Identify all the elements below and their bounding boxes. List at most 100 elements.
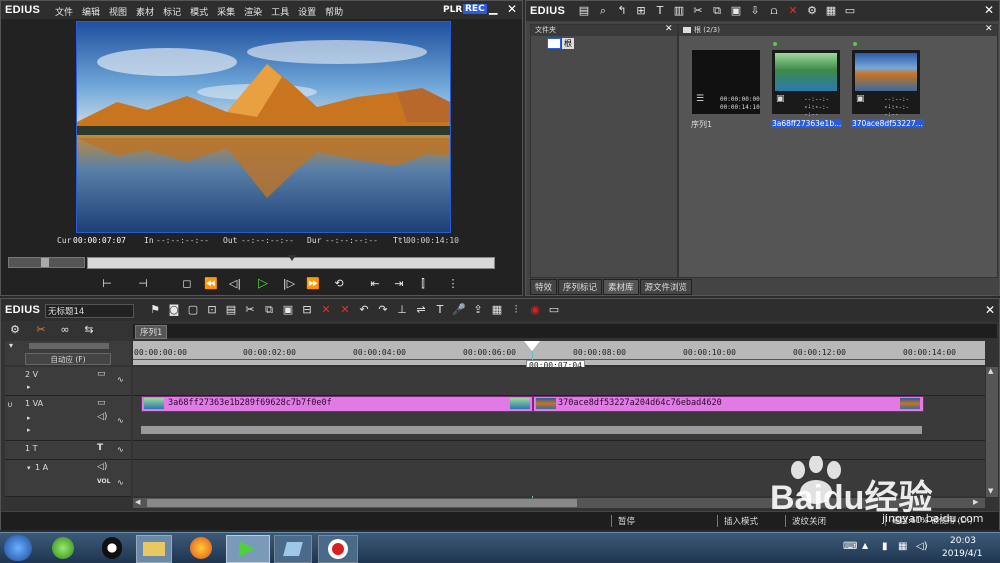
track-2v-monitor-icon[interactable]: ▭ bbox=[97, 369, 106, 379]
track-2v-expand-icon[interactable]: ▸ bbox=[27, 383, 31, 391]
horizontal-scroll-thumb[interactable] bbox=[147, 499, 577, 507]
sequence-tab[interactable]: 序列1 bbox=[135, 325, 168, 339]
search-icon[interactable]: ⌕ bbox=[595, 4, 611, 18]
position-marker[interactable] bbox=[288, 255, 296, 261]
tray-volume-icon[interactable]: ◁) bbox=[916, 541, 928, 552]
mode-icon[interactable]: ⚑ bbox=[147, 303, 163, 317]
track-header-1a[interactable]: ▾ 1 A ◁) VOL ∿ bbox=[5, 460, 131, 497]
more-options-icon[interactable]: ⋮ bbox=[445, 277, 461, 291]
menu-tools[interactable]: 工具 bbox=[271, 5, 289, 18]
playhead-handle[interactable] bbox=[524, 341, 540, 351]
replace-icon[interactable]: ⊟ bbox=[299, 303, 315, 317]
bin-menu-icon[interactable]: ▭ bbox=[842, 4, 858, 18]
rewind-icon[interactable]: ⏪ bbox=[203, 277, 219, 291]
link-icon[interactable]: ∞ bbox=[57, 323, 73, 337]
folder-close-icon[interactable]: ✕ bbox=[665, 24, 673, 34]
tray-keyboard-icon[interactable]: ⌨ bbox=[843, 541, 857, 552]
scroll-up-icon[interactable]: ▲ bbox=[988, 367, 993, 375]
clip-panel-close-icon[interactable]: ✕ bbox=[985, 24, 993, 34]
timeline-close-icon[interactable]: ✕ bbox=[985, 303, 995, 317]
add-folder-icon[interactable]: ⊞ bbox=[633, 4, 649, 18]
zoom-slider[interactable] bbox=[29, 343, 109, 349]
capture-icon[interactable]: ◙ bbox=[166, 303, 182, 317]
title-icon[interactable]: T bbox=[652, 4, 668, 18]
up-folder-icon[interactable]: ↰ bbox=[614, 4, 630, 18]
microphone-icon[interactable]: 🎤 bbox=[451, 303, 467, 317]
copy-icon-tl[interactable]: ⧉ bbox=[261, 303, 277, 317]
insert-to-timeline-icon[interactable]: ⇤ bbox=[367, 277, 383, 291]
menu-view[interactable]: 视图 bbox=[109, 5, 127, 18]
snap-icon[interactable]: ⊥ bbox=[394, 303, 410, 317]
taskbar-app-edius[interactable] bbox=[226, 535, 270, 563]
shuttle-bar[interactable] bbox=[8, 257, 85, 268]
bin-item-clip2[interactable]: ▣ --:--:--:-- --:--:--:-- bbox=[851, 49, 921, 118]
mixer-icon[interactable]: ⫶ bbox=[508, 303, 524, 317]
taskbar-app-qq[interactable] bbox=[102, 537, 122, 559]
step-back-icon[interactable]: ◁| bbox=[227, 277, 243, 291]
fast-forward-icon[interactable]: ⏩ bbox=[305, 277, 321, 291]
track-1t-wave-icon[interactable]: ∿ bbox=[117, 445, 124, 454]
track-2v-wave-icon[interactable]: ∿ bbox=[117, 375, 124, 384]
paste-icon-tl[interactable]: ▣ bbox=[280, 303, 296, 317]
overwrite-to-timeline-icon[interactable]: ⇥ bbox=[391, 277, 407, 291]
clock-time[interactable]: 20:03 bbox=[950, 536, 976, 546]
root-folder-icon[interactable] bbox=[547, 38, 561, 49]
add-to-timeline-icon[interactable]: ⇩ bbox=[747, 4, 763, 18]
track-1a-vol-label[interactable]: VOL bbox=[97, 478, 110, 485]
clock-date[interactable]: 2019/4/1 bbox=[942, 549, 982, 559]
split-icon[interactable]: ⫿ bbox=[415, 277, 431, 291]
group-icon[interactable]: ⇆ bbox=[81, 323, 97, 337]
copy-icon[interactable]: ⧉ bbox=[709, 4, 725, 18]
root-folder-label[interactable]: 根 bbox=[562, 38, 574, 49]
mark-in-icon[interactable]: ⊢ bbox=[99, 277, 115, 291]
ripple-delete-icon[interactable]: ✕ bbox=[337, 303, 353, 317]
menu-render[interactable]: 渲染 bbox=[244, 5, 262, 18]
rec-button[interactable]: REC bbox=[463, 4, 487, 14]
tab-clip-library[interactable]: 素材库 bbox=[603, 279, 639, 295]
menu-edit[interactable]: 编辑 bbox=[82, 5, 100, 18]
redo-icon[interactable]: ↷ bbox=[375, 303, 391, 317]
close-icon[interactable]: ✕ bbox=[507, 2, 517, 16]
taskbar-app-generic[interactable] bbox=[274, 535, 312, 563]
track-1va-audio-icon[interactable]: ◁) bbox=[97, 412, 107, 422]
razor-icon[interactable]: ✂ bbox=[33, 323, 49, 337]
render-icon[interactable]: ⇌ bbox=[413, 303, 429, 317]
properties-icon[interactable]: ⚙ bbox=[804, 4, 820, 18]
save-icon[interactable]: ▤ bbox=[223, 303, 239, 317]
mark-out-icon[interactable]: ⊣ bbox=[135, 277, 151, 291]
bin-item-clip1[interactable]: ▣ --:--:--:-- --:--:--:-- bbox=[771, 49, 841, 118]
stop-icon[interactable]: ◻ bbox=[179, 277, 195, 291]
multicam-icon[interactable]: ▦ bbox=[489, 303, 505, 317]
delete-icon[interactable]: ✕ bbox=[785, 4, 801, 18]
track-header-1t[interactable]: 1 T T ∿ bbox=[5, 441, 131, 460]
bin-close-icon[interactable]: ✕ bbox=[984, 3, 994, 17]
position-bar[interactable] bbox=[87, 255, 495, 269]
title-icon-tl[interactable]: T bbox=[432, 303, 448, 317]
track-1a-expand-icon[interactable]: ▾ bbox=[27, 464, 31, 472]
ruler-expand-icon[interactable]: ▾ bbox=[9, 341, 13, 350]
timeline-clip-2[interactable]: 370ace8df53227a204d64c76ebad4620 bbox=[533, 396, 924, 412]
export-icon[interactable]: ⇪ bbox=[470, 303, 486, 317]
menu-capture[interactable]: 采集 bbox=[217, 5, 235, 18]
menu-help[interactable]: 帮助 bbox=[325, 5, 343, 18]
track-1va-monitor-icon[interactable]: ▭ bbox=[97, 398, 106, 408]
record-icon[interactable]: ◉ bbox=[527, 303, 543, 317]
new-sequence-icon[interactable]: ▢ bbox=[185, 303, 201, 317]
menu-clip[interactable]: 素材 bbox=[136, 5, 154, 18]
taskbar-app-explorer[interactable] bbox=[136, 535, 172, 563]
cut-icon[interactable]: ✂ bbox=[690, 4, 706, 18]
track-1va-expand-icon[interactable]: ▸ bbox=[27, 414, 31, 422]
track-1va-lock-icon[interactable]: ∪ bbox=[7, 400, 13, 409]
undo-icon[interactable]: ↶ bbox=[356, 303, 372, 317]
shuttle-handle[interactable] bbox=[41, 258, 49, 267]
play-icon[interactable]: ▷ bbox=[255, 277, 271, 291]
tab-effects[interactable]: 特效 bbox=[530, 279, 558, 295]
tray-network-icon[interactable]: ▦ bbox=[898, 541, 907, 552]
scroll-left-icon[interactable]: ◀ bbox=[135, 498, 140, 506]
track-lane-2v[interactable] bbox=[133, 367, 985, 396]
cut-icon-tl[interactable]: ✂ bbox=[242, 303, 258, 317]
track-lane-1va[interactable]: 3a68ff27363e1b289f69628c7b7f0e0f 370ace8… bbox=[133, 396, 985, 441]
timeline-clip-1[interactable]: 3a68ff27363e1b289f69628c7b7f0e0f bbox=[141, 396, 533, 412]
track-header-2v[interactable]: 2 V ▭ ▸ ∿ bbox=[5, 367, 131, 396]
timeline-icon[interactable]: ⩍ bbox=[766, 4, 782, 18]
